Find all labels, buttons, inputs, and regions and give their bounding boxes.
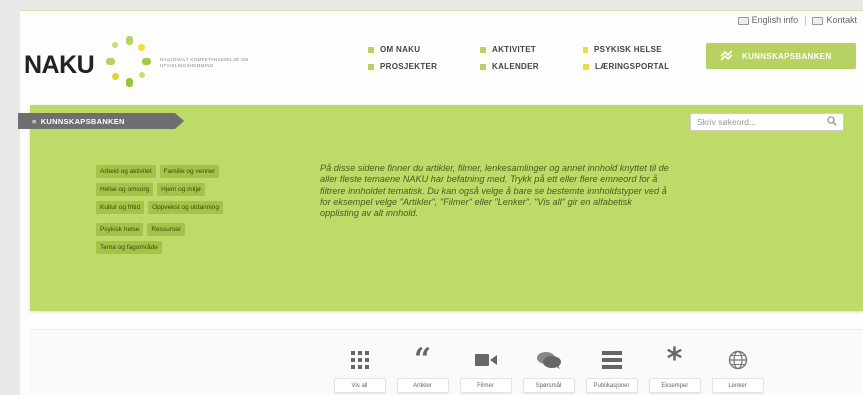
nav-item-aktivitet[interactable]: AKTIVITET (480, 45, 583, 54)
content-type-bar: Vis all “ Artikler Filmer Spørsmål Publi… (30, 329, 863, 395)
filter-publikasjoner[interactable]: Publikasjoner (582, 342, 641, 395)
divider: | (804, 15, 807, 25)
bullet-icon (583, 63, 589, 70)
page: English info | Kontakt NAKU NASJONALT KO… (20, 10, 863, 395)
english-info-link[interactable]: English info (737, 15, 798, 25)
search-icon[interactable] (827, 116, 837, 126)
filter-artikler[interactable]: “ Artikler (393, 342, 452, 395)
kontakt-link[interactable]: Kontakt (812, 15, 857, 25)
tag-tema-og-fagomrade[interactable]: Tema og fagområde (96, 241, 162, 254)
tagline: NASJONALT KOMPETANSEMILJØ OM UTVIKLINGSH… (160, 57, 249, 68)
filter-label: Vis all (333, 378, 386, 393)
intro-text: På disse sidene finner du artikler, film… (320, 163, 669, 219)
filter-label: Lenker (711, 378, 764, 393)
list-icon (601, 342, 622, 378)
filter-label: Artikler (396, 378, 449, 393)
logo-dots-icon (102, 36, 154, 88)
filter-eksempel[interactable]: * Eksempel (645, 342, 704, 395)
flag-icon (737, 16, 749, 25)
logo-text[interactable]: NAKU (24, 51, 95, 80)
tag-oppvekst-og-utdanning[interactable]: Oppvekst og utdanning (148, 201, 223, 214)
filter-label: Eksempel (648, 378, 701, 393)
filter-lenker[interactable]: Lenker (708, 342, 767, 395)
quote-icon: “ (413, 342, 432, 377)
tag-arbeid-og-aktivitet[interactable]: Arbeid og aktivitet (96, 165, 156, 178)
bullet-icon (583, 46, 588, 53)
tag-familie-og-venner[interactable]: Familie og venner (159, 165, 220, 178)
bullet-icon (368, 46, 374, 53)
breadcrumb[interactable]: ≡ KUNNSKAPSBANKEN (18, 113, 184, 129)
tag-row: Helse og omsorg Hjem og miljø (96, 183, 316, 196)
topic-tags: Arbeid og aktivitet Familie og venner He… (96, 165, 316, 259)
filter-label: Spørsmål (522, 378, 575, 393)
filter-vis-all[interactable]: Vis all (330, 342, 389, 395)
filter-filmer[interactable]: Filmer (456, 342, 515, 395)
tag-kultur-og-fritid[interactable]: Kultur og fritid (96, 201, 145, 214)
speech-bubbles-icon (536, 342, 561, 378)
tag-row: Kultur og fritid Oppvekst og utdanning (96, 201, 316, 214)
content-type-filters: Vis all “ Artikler Filmer Spørsmål Publi… (330, 342, 767, 395)
globe-icon (728, 342, 748, 378)
asterisk-icon: * (666, 342, 683, 377)
filter-label: Publikasjoner (585, 378, 638, 393)
tag-row: Arbeid og aktivitet Familie og venner (96, 165, 316, 178)
kunnskapsbanken-panel: ≡ KUNNSKAPSBANKEN Arbeid og aktivitet Fa… (30, 105, 863, 311)
kunnskapsbanken-button[interactable]: KUNNSKAPSBANKEN (706, 43, 856, 69)
utility-links: English info | Kontakt (737, 15, 857, 25)
envelope-icon (812, 16, 824, 25)
search-input[interactable] (690, 113, 844, 131)
tag-helse-og-omsorg[interactable]: Helse og omsorg (96, 183, 154, 196)
tag-row: Tema og fagområde (96, 241, 316, 254)
puzzle-icon (720, 50, 733, 61)
nav-item-kalender[interactable]: KALENDER (480, 62, 583, 71)
bullet-icon (368, 63, 374, 70)
tag-hjem-og-miljo[interactable]: Hjem og miljø (157, 183, 205, 196)
nav-item-laeringsportal[interactable]: LÆRINGSPORTAL (583, 62, 708, 71)
nav-item-psykisk-helse[interactable]: PSYKISK HELSE (583, 45, 708, 54)
filter-sporsmal[interactable]: Spørsmål (519, 342, 578, 395)
filter-label: Filmer (459, 378, 512, 393)
tag-psykisk-helse[interactable]: Psykisk helse (96, 223, 144, 236)
video-camera-icon (474, 342, 497, 378)
bullet-icon (480, 63, 486, 70)
bullet-icon (480, 46, 486, 53)
tag-row: Psykisk helse Ressurser (96, 223, 316, 236)
main-nav: OM NAKU AKTIVITET PSYKISK HELSE PROSJEKT… (368, 45, 708, 71)
nav-item-om-naku[interactable]: OM NAKU (368, 45, 480, 54)
tag-ressurser[interactable]: Ressurser (147, 223, 185, 236)
breadcrumb-icon: ≡ (32, 116, 37, 126)
nav-item-prosjekter[interactable]: PROSJEKTER (368, 62, 480, 71)
grid-icon (350, 342, 369, 378)
